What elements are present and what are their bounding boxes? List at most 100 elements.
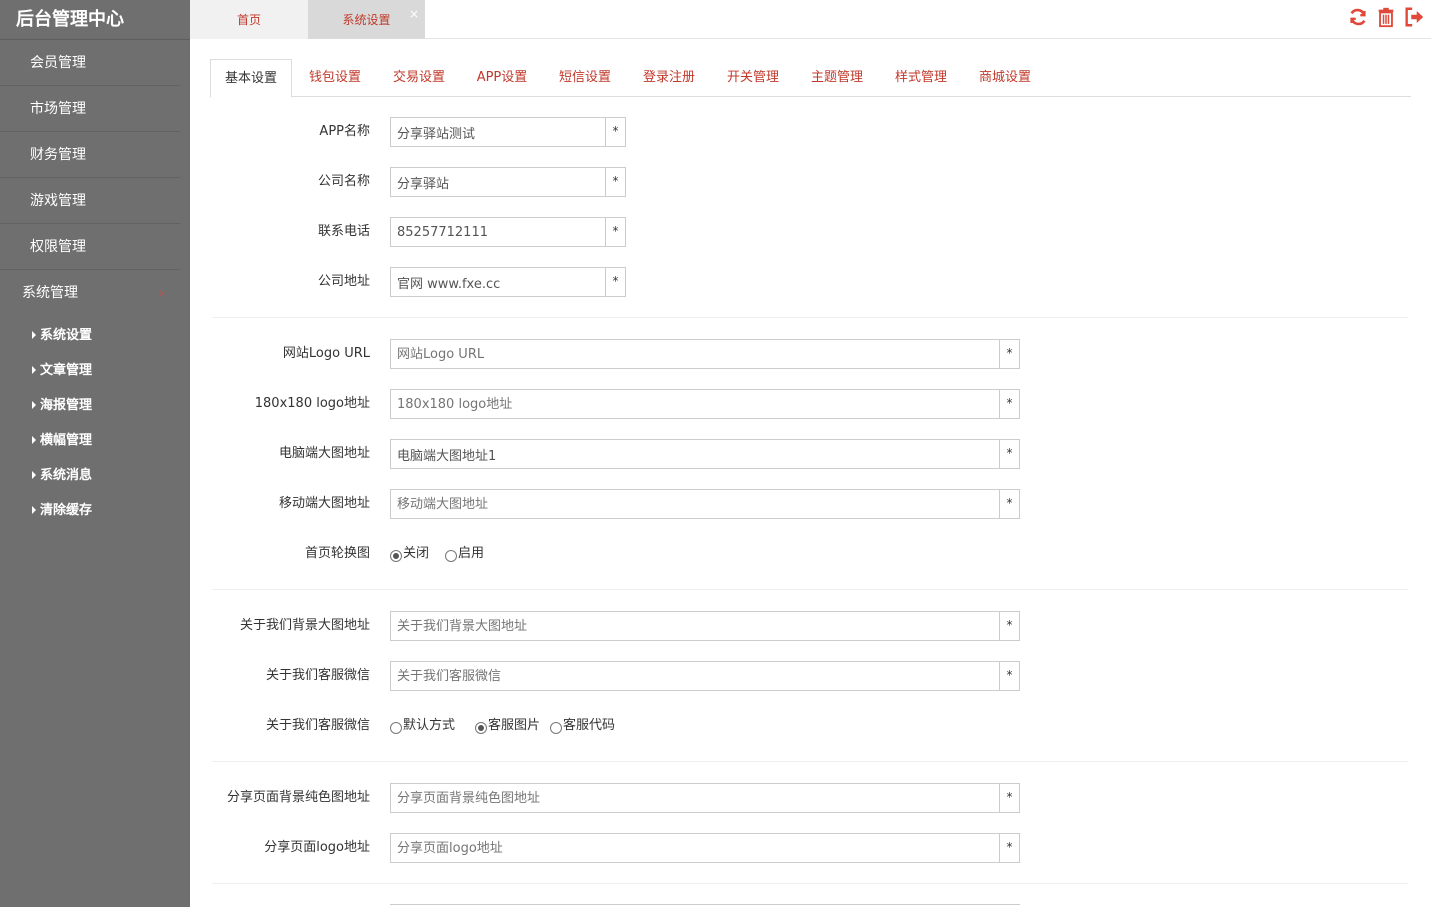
tab-switch-management[interactable]: 开关管理 [716,59,790,97]
mobile-banner-input[interactable] [391,490,999,518]
submenu-item-posters[interactable]: 海报管理 [0,388,190,423]
tab-app-settings[interactable]: APP设置 [466,59,538,97]
sidebar-item-members[interactable]: 会员管理 [0,40,180,86]
sidebar-item-market[interactable]: 市场管理 [0,86,180,132]
share-bg-label: 分享页面背景纯色图地址 [226,790,370,805]
form-row-address: 公司地址 * [210,267,650,297]
radio-circle [445,550,458,562]
required-mark: * [999,490,1019,518]
required-mark: * [999,834,1019,862]
close-icon[interactable]: × [409,0,419,34]
wechat-mode-code-radio[interactable]: 客服代码 [550,711,615,741]
submenu-item-system-settings[interactable]: 系统设置 [0,318,190,353]
submenu-item-clear-cache[interactable]: 清除缓存 [0,493,190,528]
app-name-input[interactable] [391,118,605,146]
section-divider [212,761,1408,762]
company-name-label: 公司名称 [317,174,370,189]
sidebar-item-system[interactable]: 系统管理 › [0,270,180,316]
submenu-label: 海报管理 [40,398,93,413]
form-row-pc-banner: 电脑端大图地址 * [210,439,1030,469]
logout-icon[interactable] [1403,6,1425,28]
tab-sms-settings[interactable]: 短信设置 [548,59,622,97]
address-input[interactable] [391,268,605,296]
tab-mall-settings[interactable]: 商城设置 [968,59,1042,97]
form-row-about-wechat-mode: 关于我们客服微信 默认方式 客服图片 客服代码 [210,711,1030,741]
sidebar-item-games[interactable]: 游戏管理 [0,178,180,224]
tab-wallet-settings[interactable]: 钱包设置 [298,59,372,97]
tab-login-register[interactable]: 登录注册 [632,59,706,97]
form-row-carousel: 首页轮换图 关闭 启用 [210,539,1030,569]
about-wechat-mode-label: 关于我们客服微信 [265,718,370,733]
carousel-on-radio[interactable]: 启用 [445,539,484,569]
trash-icon[interactable] [1375,6,1397,28]
about-wechat-input[interactable] [391,662,999,690]
sidebar-item-finance[interactable]: 财务管理 [0,132,180,178]
submenu-item-banners[interactable]: 横幅管理 [0,423,190,458]
phone-input[interactable] [391,218,605,246]
logo-url-input[interactable] [391,340,999,368]
sidebar: 后台管理中心 会员管理 市场管理 财务管理 游戏管理 权限管理 系统管理 › 系… [0,0,190,907]
carousel-off-radio[interactable]: 关闭 [390,539,429,569]
logo-180-input[interactable] [391,390,999,418]
brand-title: 后台管理中心 [0,0,190,40]
about-bg-input[interactable] [391,612,999,640]
about-bg-label: 关于我们背景大图地址 [239,618,370,633]
form-row-share-bg: 分享页面背景纯色图地址 * [210,783,1030,813]
caret-right-icon [32,470,36,479]
sidebar-item-permissions[interactable]: 权限管理 [0,224,180,270]
form-row-phone: 联系电话 * [210,217,650,247]
tab-home[interactable]: 首页 [190,0,308,39]
tab-style-management[interactable]: 样式管理 [884,59,958,97]
form-row-about-wechat: 关于我们客服微信 * [210,661,1030,691]
section-divider [212,317,1408,318]
submenu-label: 横幅管理 [40,433,93,448]
required-mark: * [605,268,625,296]
required-mark: * [999,340,1019,368]
system-submenu: 系统设置 文章管理 海报管理 横幅管理 系统消息 清除缓存 [0,316,190,528]
tab-system-settings-label: 系统设置 [342,13,391,27]
share-logo-input[interactable] [391,834,999,862]
submenu-item-messages[interactable]: 系统消息 [0,458,190,493]
pc-banner-label: 电脑端大图地址 [278,446,370,461]
carousel-radio-group: 关闭 启用 [390,539,484,569]
share-logo-label: 分享页面logo地址 [264,840,370,855]
required-mark: * [605,218,625,246]
share-bg-input[interactable] [391,784,999,812]
required-mark: * [999,612,1019,640]
radio-label: 关闭 [403,546,430,561]
pc-banner-input[interactable] [391,440,999,468]
section-divider [212,589,1408,590]
tab-system-settings[interactable]: 系统设置 × [308,0,425,39]
radio-circle [390,722,402,734]
radio-label: 客服代码 [563,718,616,733]
wechat-mode-image-radio[interactable]: 客服图片 [475,711,540,741]
caret-right-icon [32,505,36,514]
required-mark: * [999,390,1019,418]
required-mark: * [999,440,1019,468]
caret-right-icon [32,400,36,409]
address-label: 公司地址 [317,274,370,289]
required-mark: * [605,168,625,196]
form-row-app-name: APP名称 * [210,117,650,147]
company-name-input[interactable] [391,168,605,196]
phone-label: 联系电话 [317,224,370,239]
wechat-mode-radio-group: 默认方式 客服图片 客服代码 [390,711,615,741]
caret-right-icon [32,330,36,339]
submenu-item-articles[interactable]: 文章管理 [0,353,190,388]
caret-right-icon [32,435,36,444]
wechat-mode-default-radio[interactable]: 默认方式 [390,711,455,741]
form-row-share-logo: 分享页面logo地址 * [210,833,1030,863]
radio-label: 默认方式 [403,718,456,733]
tab-theme-management[interactable]: 主题管理 [800,59,874,97]
radio-circle [475,722,488,734]
radio-label: 客服图片 [488,718,541,733]
refresh-icon[interactable] [1347,6,1369,28]
about-wechat-label: 关于我们客服微信 [265,668,370,683]
mobile-banner-label: 移动端大图地址 [278,496,370,511]
tab-basic-settings[interactable]: 基本设置 [210,59,292,98]
radio-label: 启用 [458,546,485,561]
caret-right-icon [32,365,36,374]
tab-trade-settings[interactable]: 交易设置 [382,59,456,97]
sidebar-item-system-label: 系统管理 [22,285,78,301]
radio-circle [390,550,402,562]
